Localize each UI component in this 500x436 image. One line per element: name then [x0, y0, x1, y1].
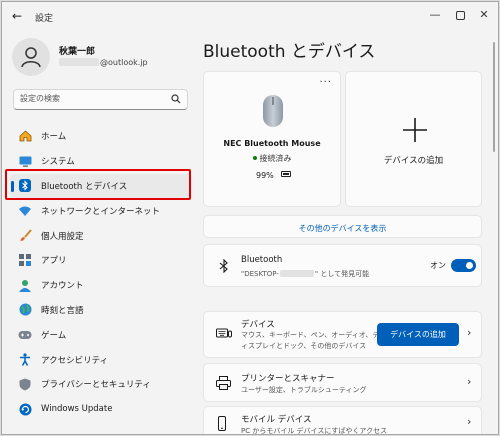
- settings-window: ← 設定 — ✕ 秋葉一郎 @outlook.jp ホーム システ: [1, 1, 499, 435]
- row-title: デバイス: [241, 320, 275, 330]
- bluetooth-toggle[interactable]: [451, 259, 476, 272]
- account-icon: [18, 278, 32, 292]
- scrollbar[interactable]: [493, 42, 495, 152]
- user-profile[interactable]: 秋葉一郎 @outlook.jp: [12, 38, 192, 78]
- add-device-button[interactable]: デバイスの追加: [377, 323, 459, 346]
- home-icon: [18, 129, 32, 143]
- shield-icon: [18, 377, 32, 391]
- sidebar-item-time-language[interactable]: 時刻と言語: [10, 298, 192, 323]
- system-icon: [18, 154, 32, 168]
- sidebar-item-gaming[interactable]: ゲーム: [10, 322, 192, 347]
- user-name: 秋葉一郎: [59, 47, 96, 57]
- sidebar-item-apps[interactable]: アプリ: [10, 248, 192, 273]
- add-device-label: デバイスの追加: [383, 156, 444, 166]
- bluetooth-setting-row: Bluetooth "DESKTOP- " として発見可能 オン: [203, 244, 482, 287]
- sidebar-item-label: 時刻と言語: [41, 305, 84, 316]
- search-input[interactable]: [20, 94, 170, 103]
- sidebar-item-windows-update[interactable]: Windows Update: [10, 397, 192, 422]
- plus-icon: [403, 118, 427, 142]
- mouse-icon: [263, 95, 283, 127]
- keyboard-mouse-icon: [216, 328, 232, 338]
- back-button[interactable]: ←: [12, 9, 22, 23]
- sidebar-item-personalization[interactable]: 個人用設定: [10, 223, 192, 248]
- email-domain: @outlook.jp: [100, 58, 148, 67]
- row-title: プリンターとスキャナー: [241, 374, 335, 384]
- bluetooth-icon: [219, 259, 228, 273]
- row-subtitle: マウス、キーボード、ペン、オーディオ、ディスプレイとドック、その他のデバイス: [241, 331, 380, 350]
- minimize-button[interactable]: —: [428, 8, 442, 21]
- sidebar-item-accounts[interactable]: アカウント: [10, 273, 192, 298]
- sidebar-item-label: 個人用設定: [41, 231, 84, 242]
- connected-dot-icon: [252, 156, 257, 160]
- apps-icon: [18, 253, 32, 267]
- bluetooth-title: Bluetooth: [241, 255, 283, 265]
- row-title: モバイル デバイス: [241, 415, 312, 425]
- battery-level: 99%: [256, 171, 274, 180]
- network-icon: [18, 204, 32, 218]
- avatar: [12, 38, 50, 76]
- redacted-block: [59, 58, 99, 66]
- mobile-devices-row[interactable]: モバイル デバイス PC からモバイル デバイスにすばやくアクセス ›: [203, 406, 482, 435]
- chevron-right-icon[interactable]: ›: [467, 415, 471, 428]
- sidebar-item-label: ネットワークとインターネット: [41, 206, 161, 217]
- bluetooth-sub-prefix: "DESKTOP-: [241, 270, 279, 278]
- sidebar-item-network[interactable]: ネットワークとインターネット: [10, 198, 192, 223]
- app-title: 設定: [35, 14, 54, 24]
- row-subtitle: PC からモバイル デバイスにすばやくアクセス: [241, 427, 388, 435]
- show-more-devices-label: その他のデバイスを表示: [298, 224, 387, 233]
- printer-icon: [216, 376, 231, 390]
- devices-row[interactable]: デバイス マウス、キーボード、ペン、オーディオ、ディスプレイとドック、その他のデ…: [203, 311, 482, 358]
- user-icon: [21, 47, 41, 68]
- device-card[interactable]: ... NEC Bluetooth Mouse 接続済み 99%: [203, 71, 341, 207]
- printers-scanners-row[interactable]: プリンターとスキャナー ユーザー設定、トラブルシューティング ›: [203, 363, 482, 402]
- bluetooth-discoverable-text: "DESKTOP- " として発見可能: [241, 269, 369, 279]
- more-options-button[interactable]: ...: [319, 74, 332, 85]
- sidebar-item-privacy[interactable]: プライバシーとセキュリティ: [10, 372, 192, 397]
- brush-icon: [18, 229, 32, 243]
- chevron-right-icon[interactable]: ›: [467, 375, 471, 388]
- chevron-right-icon[interactable]: ›: [467, 326, 471, 339]
- maximize-button[interactable]: [453, 8, 467, 20]
- accessibility-icon: [18, 353, 32, 367]
- selection-highlight-box: [5, 169, 191, 200]
- device-status: 接続済み: [204, 153, 340, 164]
- device-name: NEC Bluetooth Mouse: [223, 139, 321, 148]
- search-icon[interactable]: [171, 94, 181, 104]
- bluetooth-sub-suffix: " として発見可能: [314, 270, 370, 278]
- sidebar-item-label: Windows Update: [41, 404, 113, 415]
- sidebar-item-label: ゲーム: [41, 330, 67, 341]
- device-status-label: 接続済み: [259, 154, 292, 163]
- redacted-block: [279, 270, 314, 277]
- sidebar-item-label: アクセシビリティ: [41, 355, 109, 366]
- add-device-card[interactable]: デバイスの追加: [345, 71, 482, 207]
- sidebar-item-label: プライバシーとセキュリティ: [41, 380, 151, 391]
- sidebar-item-label: アカウント: [41, 281, 84, 292]
- sidebar-item-home[interactable]: ホーム: [10, 124, 192, 149]
- sidebar-item-label: アプリ: [41, 256, 67, 267]
- user-email: @outlook.jp: [59, 58, 148, 67]
- close-button[interactable]: ✕: [477, 8, 491, 21]
- battery-icon: [281, 171, 291, 177]
- bluetooth-state-label: オン: [430, 261, 446, 270]
- title-bar: ← 設定 — ✕: [2, 2, 498, 32]
- mobile-phone-icon: [218, 416, 226, 431]
- show-more-devices-button[interactable]: その他のデバイスを表示: [203, 215, 482, 238]
- row-subtitle: ユーザー設定、トラブルシューティング: [241, 386, 367, 394]
- sidebar-item-accessibility[interactable]: アクセシビリティ: [10, 347, 192, 372]
- gamepad-icon: [18, 328, 32, 342]
- settings-search[interactable]: [13, 89, 188, 110]
- page-title: Bluetooth とデバイス: [203, 42, 376, 62]
- globe-icon: [18, 303, 32, 317]
- sidebar-item-label: システム: [41, 157, 75, 168]
- update-icon: [18, 402, 32, 416]
- sidebar-item-label: ホーム: [41, 132, 67, 143]
